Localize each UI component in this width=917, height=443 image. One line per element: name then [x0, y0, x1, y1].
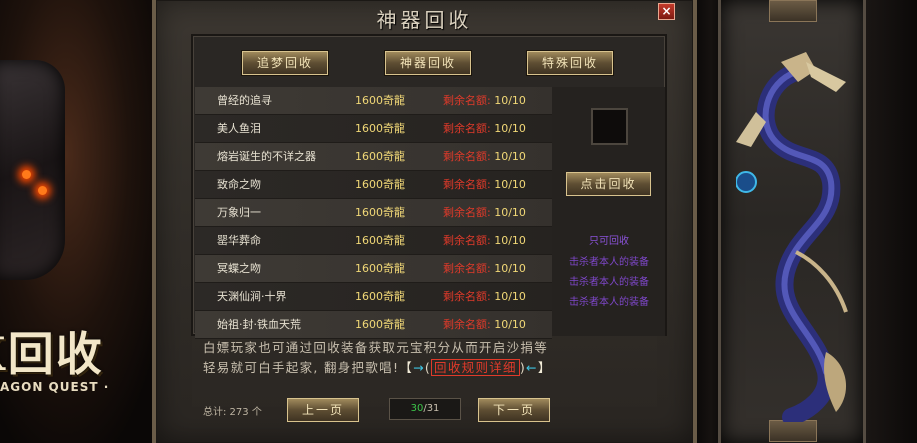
page-total: 31: [426, 403, 440, 414]
item-price: 1600奇龍: [355, 290, 405, 303]
info-line-2-text: 轻易就可白手起家, 翻身把歌唱!: [203, 360, 400, 375]
item-price: 1600奇龍: [355, 318, 405, 331]
remaining-label: 剩余名额:: [443, 290, 491, 303]
next-page-button[interactable]: 下一页: [478, 398, 550, 422]
total-count: 总计: 273 个: [203, 407, 262, 418]
item-price: 1600奇龍: [355, 234, 405, 247]
item-name: 天渊仙涧·十界: [217, 290, 287, 303]
tab-special-recycle[interactable]: 特殊回收: [527, 51, 613, 75]
page-indicator: 30/31: [389, 398, 461, 420]
tab-dream-recycle[interactable]: 追梦回收: [242, 51, 328, 75]
list-item[interactable]: 罂华葬命 1600奇龍 剩余名额: 10/10: [195, 227, 552, 255]
arrow-right-icon: →: [413, 360, 425, 375]
item-remaining: 剩余名额: 10/10: [443, 199, 526, 227]
game-tagline: AGON QUEST ·: [0, 380, 110, 394]
game-logo-text: X回收: [0, 327, 104, 381]
item-remaining: 剩余名额: 10/10: [443, 255, 526, 283]
bracket-close: 】: [537, 360, 552, 375]
item-name: 万象归一: [217, 206, 261, 219]
remaining-label: 剩余名额:: [443, 122, 491, 135]
close-button[interactable]: ×: [658, 3, 675, 20]
item-remaining: 剩余名额: 10/10: [443, 227, 526, 255]
remaining-count: 10/10: [494, 234, 526, 247]
item-name: 始祖·封·铁血天荒: [217, 318, 301, 331]
recycle-item-list: 曾经的追寻 1600奇龍 剩余名额: 10/10 美人鱼泪 1600奇龍 剩余名…: [195, 87, 552, 339]
page-current: 30: [410, 403, 424, 414]
info-line-1: 白嫖玩家也可通过回收装备获取元宝积分从而开启沙捐等: [203, 340, 549, 355]
list-item[interactable]: 万象归一 1600奇龍 剩余名额: 10/10: [195, 199, 552, 227]
item-remaining: 剩余名额: 10/10: [443, 143, 526, 171]
glow-light: [22, 170, 31, 179]
remaining-label: 剩余名额:: [443, 94, 491, 107]
dialog-title: 神器回收: [376, 8, 473, 32]
item-name: 曾经的追寻: [217, 94, 272, 107]
list-item[interactable]: 始祖·封·铁血天荒 1600奇龍 剩余名额: 10/10: [195, 311, 552, 339]
left-background-art: X回收 AGON QUEST ·: [0, 0, 165, 443]
item-name: 致命之吻: [217, 178, 261, 191]
remaining-count: 10/10: [494, 206, 526, 219]
remaining-label: 剩余名额:: [443, 150, 491, 163]
recycle-note-line: 击杀者本人的装备: [569, 297, 649, 308]
remaining-label: 剩余名额:: [443, 262, 491, 275]
remaining-label: 剩余名额:: [443, 234, 491, 247]
prev-page-button[interactable]: 上一页: [287, 398, 359, 422]
armor-figure: [0, 60, 65, 280]
item-price: 1600奇龍: [355, 206, 405, 219]
item-price: 1600奇龍: [355, 122, 405, 135]
artifact-recycle-dialog: 神器回收 × 追梦回收 神器回收 特殊回收 曾经的追寻 1600奇龍 剩余名额:…: [152, 0, 697, 443]
list-item[interactable]: 曾经的追寻 1600奇龍 剩余名额: 10/10: [195, 87, 552, 115]
tab-artifact-recycle[interactable]: 神器回收: [385, 51, 471, 75]
item-remaining: 剩余名额: 10/10: [443, 311, 526, 339]
item-price: 1600奇龍: [355, 178, 405, 191]
info-text: 白嫖玩家也可通过回收装备获取元宝积分从而开启沙捐等 轻易就可白手起家, 翻身把歌…: [203, 338, 663, 378]
arrow-left-icon: ←: [526, 360, 538, 375]
bracket-open: 【: [399, 360, 414, 375]
item-name: 熔岩诞生的不详之器: [217, 150, 316, 163]
right-edge-shadow: [866, 0, 917, 443]
recycle-note-line: 击杀者本人的装备: [569, 257, 649, 268]
item-name: 冥蝶之吻: [217, 262, 261, 275]
item-name: 美人鱼泪: [217, 122, 261, 135]
recycle-note-line: 击杀者本人的装备: [569, 277, 649, 288]
remaining-count: 10/10: [494, 94, 526, 107]
remaining-label: 剩余名额:: [443, 206, 491, 219]
item-remaining: 剩余名额: 10/10: [443, 283, 526, 311]
item-remaining: 剩余名额: 10/10: [443, 171, 526, 199]
item-price: 1600奇龍: [355, 150, 405, 163]
remaining-count: 10/10: [494, 122, 526, 135]
item-price: 1600奇龍: [355, 262, 405, 275]
list-item[interactable]: 熔岩诞生的不详之器 1600奇龍 剩余名额: 10/10: [195, 143, 552, 171]
remaining-label: 剩余名额:: [443, 318, 491, 331]
item-name: 罂华葬命: [217, 234, 261, 247]
list-item[interactable]: 冥蝶之吻 1600奇龍 剩余名额: 10/10: [195, 255, 552, 283]
item-price: 1600奇龍: [355, 94, 405, 107]
remaining-label: 剩余名额:: [443, 178, 491, 191]
list-item[interactable]: 致命之吻 1600奇龍 剩余名额: 10/10: [195, 171, 552, 199]
recycle-note-head: 只可回收: [589, 236, 629, 247]
remaining-count: 10/10: [494, 262, 526, 275]
remaining-count: 10/10: [494, 150, 526, 163]
item-remaining: 剩余名额: 10/10: [443, 115, 526, 143]
list-item[interactable]: 天渊仙涧·十界 1600奇龍 剩余名额: 10/10: [195, 283, 552, 311]
scroll-clasp-bottom: [769, 420, 817, 442]
remaining-count: 10/10: [494, 318, 526, 331]
item-remaining: 剩余名额: 10/10: [443, 87, 526, 115]
equipment-drop-slot[interactable]: [591, 108, 628, 145]
click-recycle-button[interactable]: 点击回收: [566, 172, 651, 196]
remaining-count: 10/10: [494, 178, 526, 191]
remaining-count: 10/10: [494, 290, 526, 303]
glow-light: [38, 186, 47, 195]
list-item[interactable]: 美人鱼泪 1600奇龍 剩余名额: 10/10: [195, 115, 552, 143]
info-line-2: 轻易就可白手起家, 翻身把歌唱!【→(回收规则详细)←】: [203, 358, 663, 378]
dragon-illustration: [736, 52, 848, 422]
scroll-clasp-top: [769, 0, 817, 22]
recycle-rules-link[interactable]: 回收规则详细: [431, 359, 520, 376]
